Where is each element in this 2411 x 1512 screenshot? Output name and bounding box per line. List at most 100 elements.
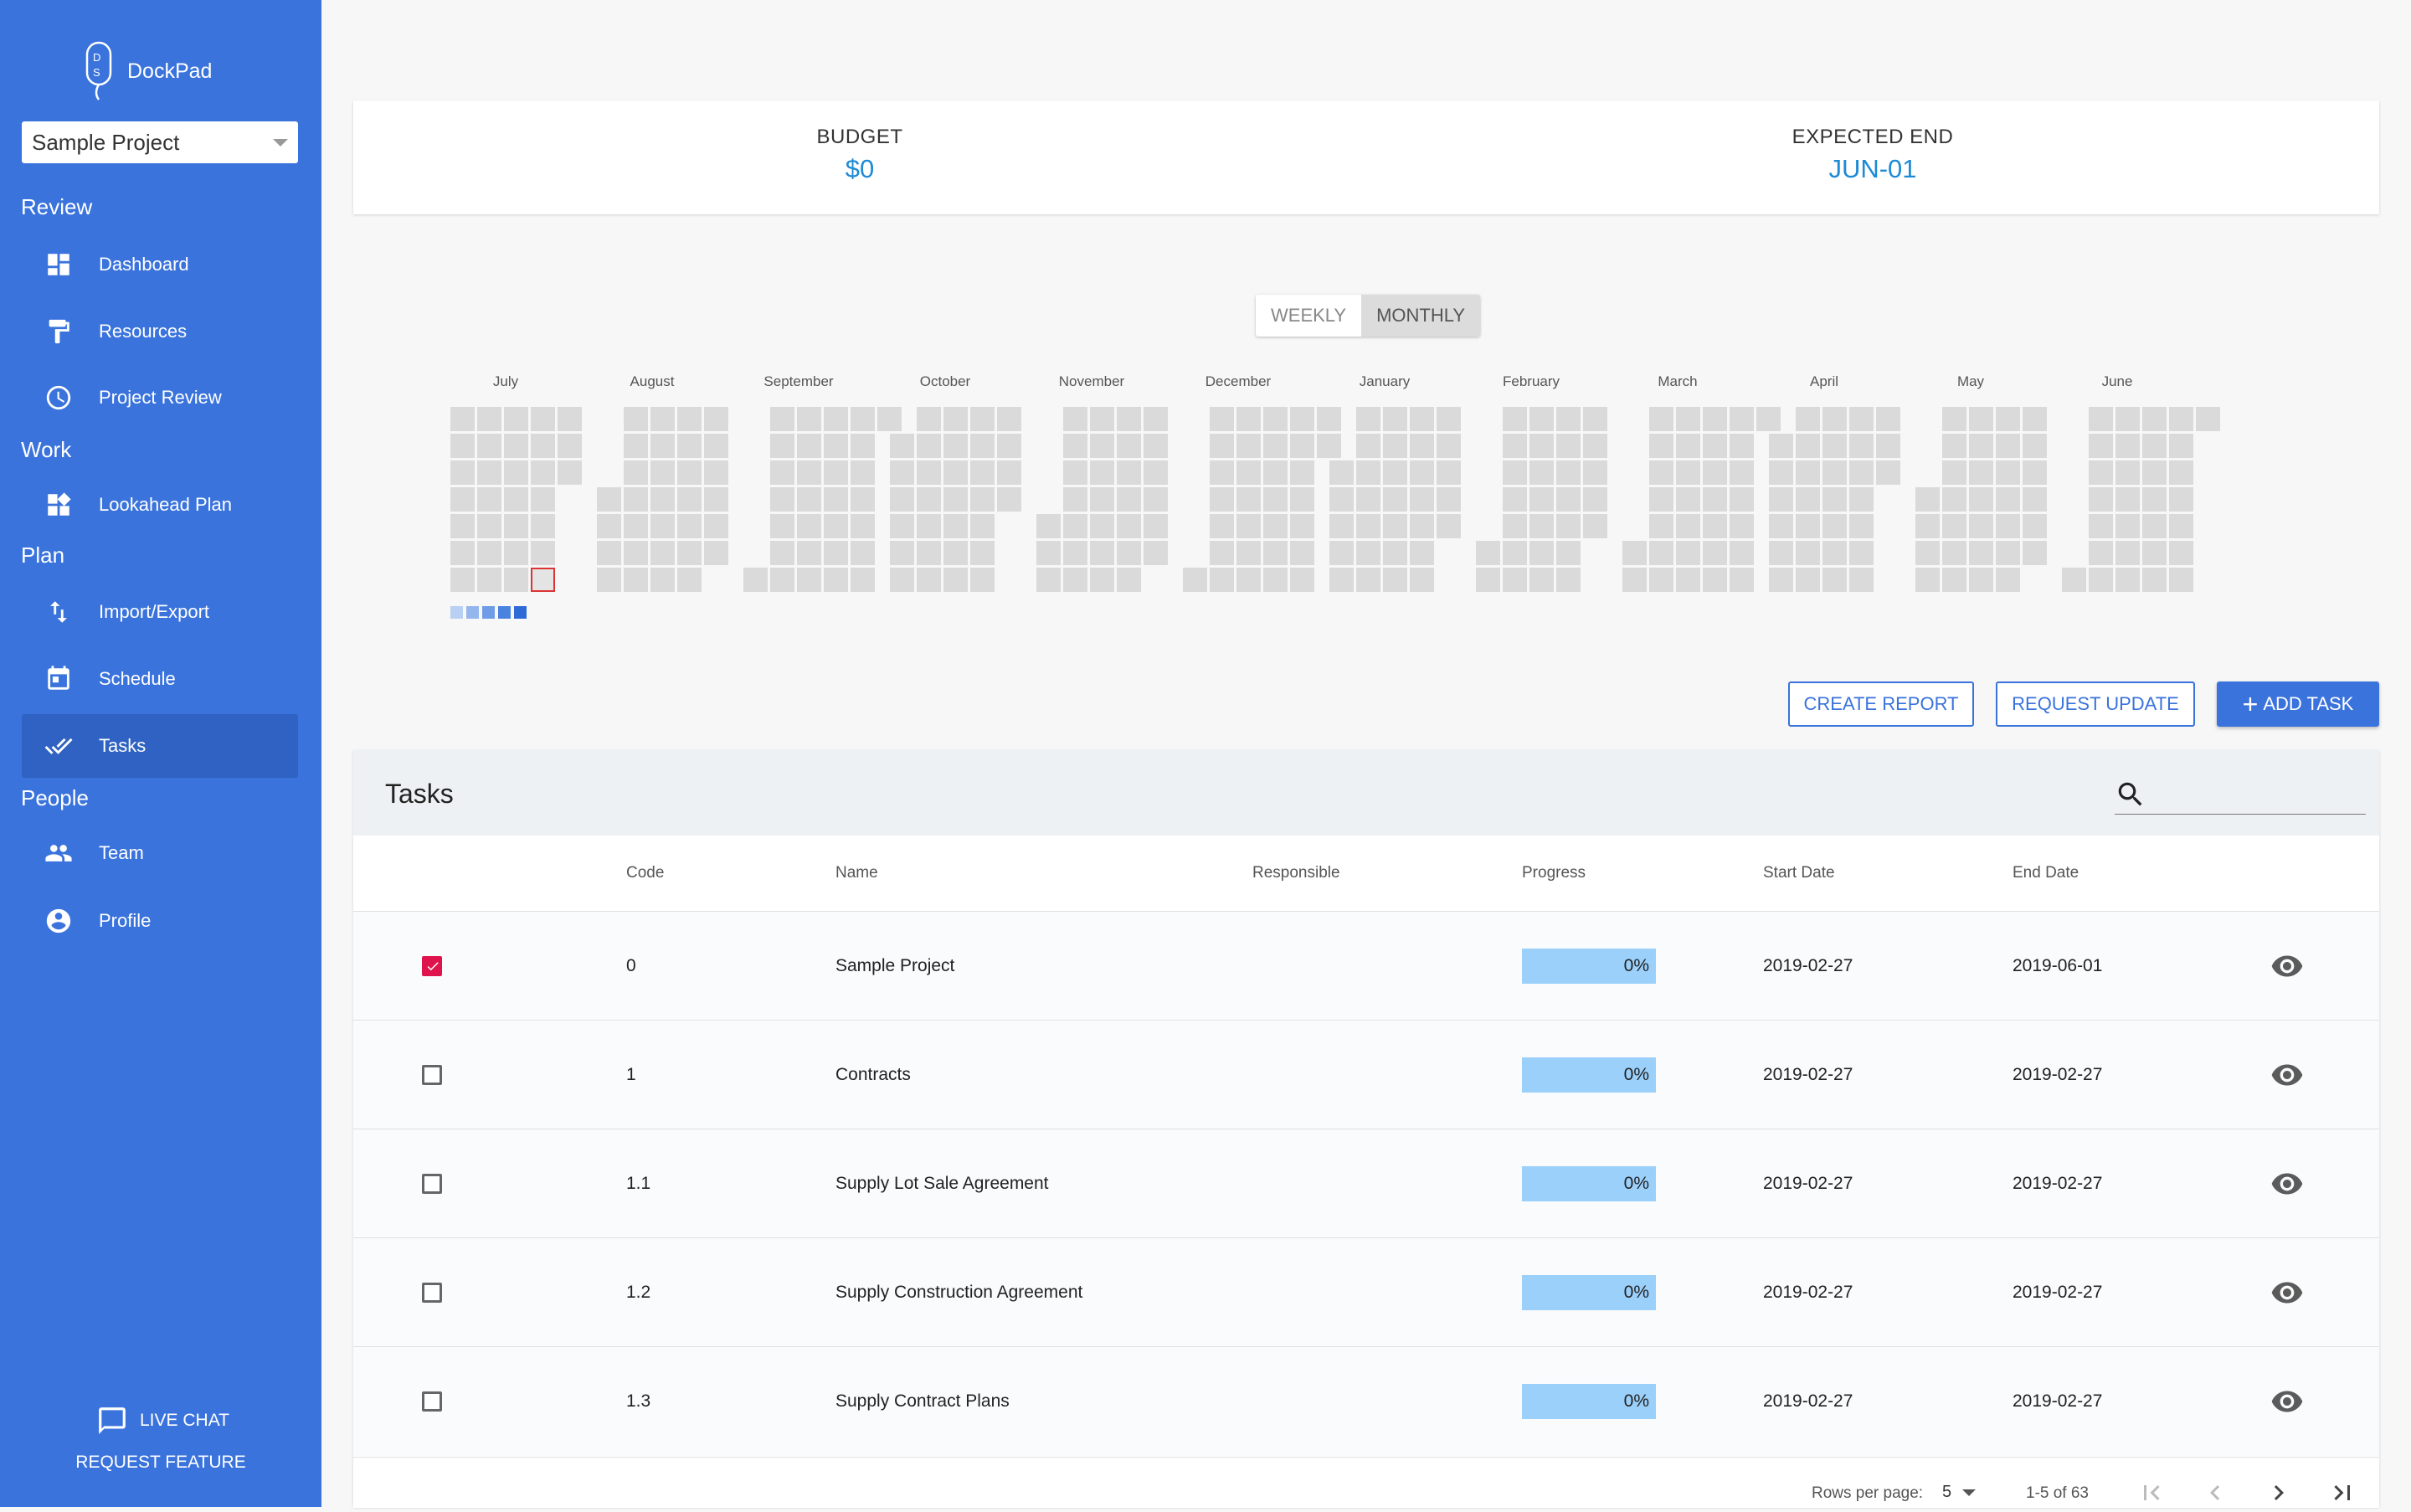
day-cell[interactable]: [597, 514, 621, 538]
day-cell[interactable]: [1236, 460, 1261, 485]
day-cell[interactable]: [2115, 541, 2140, 565]
day-cell[interactable]: [677, 487, 702, 512]
day-cell[interactable]: [504, 407, 528, 431]
day-cell[interactable]: [1329, 541, 1354, 565]
next-page-icon[interactable]: [2264, 1478, 2294, 1508]
day-cell[interactable]: [1290, 487, 1314, 512]
day-cell[interactable]: [943, 541, 968, 565]
day-cell[interactable]: [851, 514, 875, 538]
day-cell[interactable]: [1996, 487, 2020, 512]
sidebar-item-profile[interactable]: Profile: [22, 889, 298, 953]
day-cell[interactable]: [1317, 434, 1341, 458]
day-cell[interactable]: [1356, 541, 1380, 565]
day-cell[interactable]: [1876, 407, 1900, 431]
view-eye-icon[interactable]: [2270, 1058, 2304, 1092]
day-cell[interactable]: [1063, 514, 1087, 538]
day-cell[interactable]: [970, 568, 995, 592]
day-cell[interactable]: [2142, 568, 2167, 592]
day-cell[interactable]: [1144, 541, 1168, 565]
day-cell[interactable]: [504, 434, 528, 458]
day-cell[interactable]: [1383, 434, 1407, 458]
day-cell[interactable]: [2115, 434, 2140, 458]
day-cell[interactable]: [1676, 514, 1700, 538]
day-cell[interactable]: [1649, 568, 1673, 592]
request-feature-button[interactable]: REQUEST FEATURE: [0, 1453, 321, 1473]
day-cell[interactable]: [650, 407, 675, 431]
day-cell[interactable]: [1356, 460, 1380, 485]
day-cell[interactable]: [1144, 487, 1168, 512]
day-cell[interactable]: [1849, 568, 1874, 592]
day-cell[interactable]: [1117, 407, 1141, 431]
day-cell[interactable]: [1476, 568, 1500, 592]
day-cell[interactable]: [2023, 460, 2047, 485]
day-cell[interactable]: [1263, 487, 1288, 512]
day-cell[interactable]: [943, 514, 968, 538]
day-cell[interactable]: [624, 434, 648, 458]
day-cell[interactable]: [797, 514, 821, 538]
day-cell[interactable]: [2023, 541, 2047, 565]
column-header-code[interactable]: Code: [626, 864, 664, 882]
day-cell[interactable]: [1263, 514, 1288, 538]
previous-page-icon[interactable]: [2200, 1478, 2230, 1508]
row-checkbox[interactable]: [422, 1391, 442, 1412]
sidebar-item-dashboard[interactable]: Dashboard: [22, 233, 298, 296]
day-cell[interactable]: [1822, 434, 1847, 458]
day-cell[interactable]: [877, 407, 902, 431]
day-cell[interactable]: [704, 460, 728, 485]
day-cell[interactable]: [1263, 541, 1288, 565]
day-cell[interactable]: [1437, 407, 1461, 431]
day-cell[interactable]: [1676, 407, 1700, 431]
day-cell[interactable]: [1649, 541, 1673, 565]
column-header-name[interactable]: Name: [835, 864, 878, 882]
day-cell[interactable]: [1317, 407, 1341, 431]
day-cell[interactable]: [770, 460, 794, 485]
day-cell[interactable]: [1503, 407, 1527, 431]
day-cell[interactable]: [1236, 568, 1261, 592]
day-cell[interactable]: [1383, 514, 1407, 538]
day-cell[interactable]: [558, 460, 582, 485]
view-eye-icon[interactable]: [2270, 1385, 2304, 1418]
day-cell[interactable]: [970, 487, 995, 512]
view-eye-icon[interactable]: [2270, 1167, 2304, 1201]
request-update-button[interactable]: REQUEST UPDATE: [1996, 681, 2195, 727]
day-cell[interactable]: [2142, 407, 2167, 431]
day-cell[interactable]: [677, 541, 702, 565]
day-cell[interactable]: [1529, 487, 1554, 512]
sidebar-item-import-export[interactable]: Import/Export: [22, 580, 298, 644]
day-cell[interactable]: [477, 487, 501, 512]
monthly-toggle-button[interactable]: MONTHLY: [1361, 295, 1480, 337]
day-cell[interactable]: [797, 541, 821, 565]
day-cell[interactable]: [1730, 568, 1754, 592]
day-cell[interactable]: [970, 460, 995, 485]
day-cell[interactable]: [1583, 514, 1607, 538]
day-cell[interactable]: [1503, 460, 1527, 485]
column-header-start-date[interactable]: Start Date: [1763, 864, 1835, 882]
day-cell[interactable]: [890, 541, 914, 565]
day-cell[interactable]: [1329, 568, 1354, 592]
day-cell[interactable]: [450, 514, 475, 538]
day-cell[interactable]: [1822, 460, 1847, 485]
day-cell[interactable]: [1503, 487, 1527, 512]
day-cell[interactable]: [917, 514, 941, 538]
day-cell[interactable]: [1969, 434, 1993, 458]
day-cell[interactable]: [1822, 568, 1847, 592]
day-cell[interactable]: [1329, 460, 1354, 485]
day-cell[interactable]: [1503, 514, 1527, 538]
day-cell[interactable]: [1437, 514, 1461, 538]
day-cell[interactable]: [1796, 514, 1820, 538]
day-cell[interactable]: [2115, 568, 2140, 592]
column-header-progress[interactable]: Progress: [1522, 864, 1586, 882]
day-cell[interactable]: [650, 487, 675, 512]
day-cell[interactable]: [917, 407, 941, 431]
day-cell[interactable]: [1183, 568, 1207, 592]
day-cell[interactable]: [1796, 407, 1820, 431]
day-cell[interactable]: [824, 434, 848, 458]
day-cell[interactable]: [1622, 568, 1647, 592]
day-cell[interactable]: [1676, 568, 1700, 592]
day-cell[interactable]: [797, 434, 821, 458]
day-cell[interactable]: [1383, 487, 1407, 512]
table-row[interactable]: 1.3 Supply Contract Plans 0% 2019-02-27 …: [353, 1346, 2379, 1456]
day-cell[interactable]: [1290, 514, 1314, 538]
day-cell[interactable]: [1236, 541, 1261, 565]
day-cell[interactable]: [1796, 460, 1820, 485]
